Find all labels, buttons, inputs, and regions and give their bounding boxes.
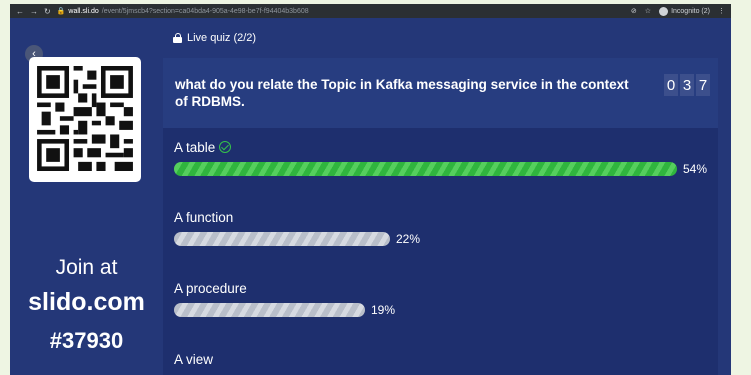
answer-percent: 22% [396, 232, 421, 246]
lock-icon: 🔒 [56, 8, 66, 15]
countdown-timer: 0 3 7 [664, 74, 710, 96]
browser-actions: ⊘ ☆ Incognito (2) ⋮ [631, 6, 731, 16]
answer-label: A function [174, 209, 234, 225]
timer-digit: 3 [680, 74, 694, 96]
timer-digit: 0 [664, 74, 678, 96]
eye-slash-icon[interactable]: ⊘ [631, 7, 637, 15]
browser-toolbar: ← → ↻ 🔒 wall.sli.do/event/5jmscb4?sectio… [10, 4, 731, 18]
address-bar[interactable]: 🔒 wall.sli.do/event/5jmscb4?section=ca04… [56, 7, 309, 16]
result-bar-track: 54% [174, 162, 707, 176]
answers-panel: A table 54% A function 22% A procedure 1… [163, 128, 718, 375]
result-bar-row: 54% [174, 162, 707, 176]
result-bar [174, 303, 365, 317]
result-bar-track: 19% [174, 303, 677, 317]
qr-code [29, 57, 141, 182]
result-bar [174, 162, 677, 176]
menu-dots-icon[interactable]: ⋮ [718, 7, 725, 15]
answer-label: A view [174, 351, 214, 367]
forward-arrow-icon[interactable]: → [30, 7, 38, 16]
lock-icon [173, 33, 182, 43]
result-bar-track: 22% [174, 232, 677, 246]
answer-label-row: A procedure [174, 279, 677, 297]
back-arrow-icon[interactable]: ← [16, 7, 24, 16]
event-code: #37930 [49, 328, 124, 353]
join-url: slido.com [28, 288, 145, 316]
join-label: Join at [55, 256, 118, 279]
result-bar [174, 232, 390, 246]
check-circle-icon [219, 141, 232, 153]
answer-option: A function 22% [174, 208, 677, 246]
answer-option: A view [174, 350, 213, 368]
live-quiz-header: Live quiz (2/2) [173, 32, 256, 44]
question-panel: what do you relate the Topic in Kafka me… [163, 58, 718, 128]
answer-label: A procedure [174, 280, 247, 296]
url-host: wall.sli.do [68, 7, 99, 15]
result-bar-row: 22% [174, 232, 677, 246]
timer-digit: 7 [696, 74, 710, 96]
screen: ← → ↻ 🔒 wall.sli.do/event/5jmscb4?sectio… [0, 0, 751, 375]
answer-label-row: A view [174, 350, 213, 368]
question-text: what do you relate the Topic in Kafka me… [175, 77, 629, 109]
answer-label: A table [174, 139, 216, 155]
slido-wall: ‹ Join at slido.com #37930 Live quiz (2/… [10, 18, 731, 375]
live-quiz-label: Live quiz (2/2) [187, 32, 257, 44]
frame-border-right [731, 0, 751, 375]
answer-percent: 54% [683, 162, 708, 176]
answer-percent: 19% [371, 303, 396, 317]
answer-option: A table 54% [174, 138, 707, 176]
frame-border-left [0, 0, 10, 375]
result-bar-row: 19% [174, 303, 677, 317]
incognito-indicator[interactable]: Incognito (2) [659, 6, 710, 16]
incognito-icon [659, 6, 669, 16]
answer-label-row: A table [174, 138, 677, 156]
star-icon[interactable]: ☆ [645, 7, 651, 15]
answer-label-row: A function [174, 208, 677, 226]
qr-code-image [37, 66, 133, 171]
answer-option: A procedure 19% [174, 279, 677, 317]
reload-icon[interactable]: ↻ [44, 7, 51, 16]
browser-nav: ← → ↻ [10, 7, 57, 16]
url-path: /event/5jmscb4?section=ca04bda4-905a-4e9… [101, 7, 309, 15]
incognito-label: Incognito (2) [671, 7, 710, 15]
